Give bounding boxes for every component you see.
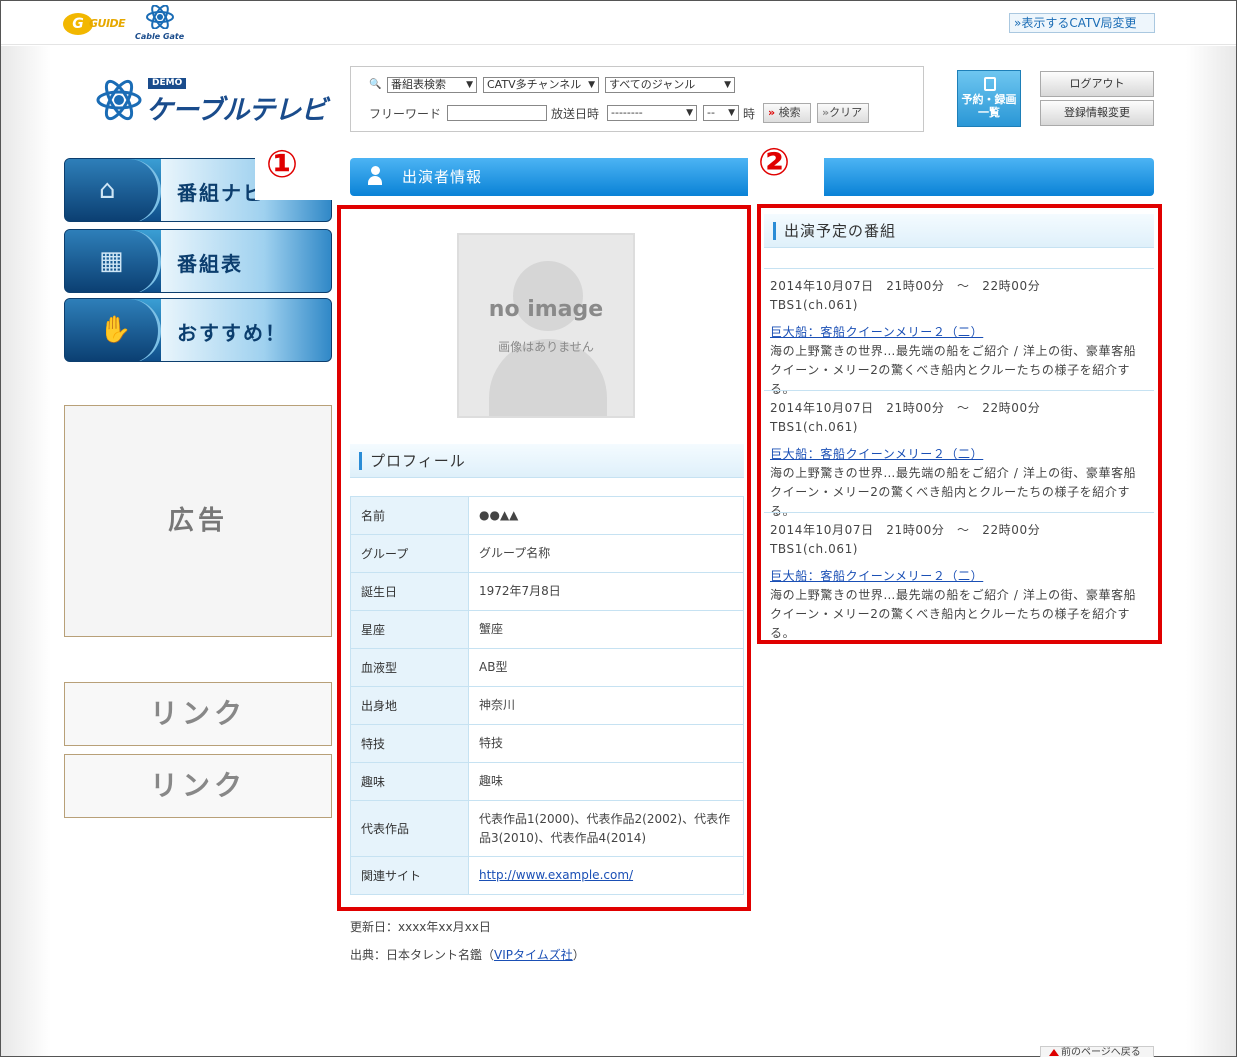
edit-registration-button[interactable]: 登録情報変更 [1040,100,1154,126]
person-icon [368,166,382,186]
annotation-box-1 [337,205,751,911]
logout-button[interactable]: ログアウト [1040,71,1154,97]
atom-icon [96,79,142,121]
program-search-form: 🔍 番組表検索 ▼ CATV多チャンネル ▼ すべてのジャンル ▼ フリーワード 放送… [350,66,924,132]
thumbs-up-icon: ✋ [99,315,132,345]
chevron-right-icon: » [768,106,776,119]
left-page-shadow [1,46,51,1056]
nav-label: 番組ナビ [177,181,265,205]
source-link[interactable]: VIPタイムズ社 [494,948,573,962]
link-banner-1[interactable]: リンク [64,682,332,746]
clear-button[interactable]: »クリア [817,103,869,123]
cablegate-text: Cable Gate [135,32,185,41]
search-button[interactable]: » 検索 [763,103,811,123]
hour-label: 時 [743,107,756,121]
nav-recommended[interactable]: ✋ おすすめ！ [64,298,332,362]
site-name: ケーブルテレビ [146,95,327,126]
annotation-number-2: ② [758,140,791,184]
atom-icon [146,5,174,29]
search-icon: 🔍 [369,79,382,90]
film-icon [984,77,996,91]
search-type-select[interactable]: 番組表検索 ▼ [387,77,477,93]
freeword-input[interactable] [447,105,547,121]
ad-banner[interactable]: 広告 [64,405,332,637]
broadcast-hour-select[interactable]: -- ▼ [703,105,739,121]
reserve-label-1: 予約・録画 [961,93,1017,106]
channel-select[interactable]: CATV多チャンネル ▼ [483,77,599,93]
nav-program-guide[interactable]: ▦ 番組表 [64,229,332,293]
source-credit: 出典：日本タレント名鑑（VIPタイムズ社） [350,948,585,962]
link-banner-2[interactable]: リンク [64,754,332,818]
freeword-label: フリーワード [369,107,442,121]
gguide-text: GUIDE [89,17,126,30]
nav-label: おすすめ！ [177,321,287,345]
cablegate-logo[interactable]: Cable Gate [133,5,193,43]
genre-select[interactable]: すべてのジャンル ▼ [605,77,735,93]
top-bar: G GUIDE Cable Gate »表示するCATV局変更 [1,1,1236,45]
change-catv-station-link[interactable]: »表示するCATV局変更 [1009,13,1155,33]
annotation-number-1: ① [266,142,299,186]
annotation-box-2 [757,204,1162,644]
section-title: 出演者情報 [402,168,483,186]
film-icon: ▦ [99,246,124,276]
broadcast-date-label: 放送日時 [551,107,600,121]
back-to-previous-page-button[interactable]: 前のページへ戻る [1040,1046,1154,1057]
home-icon: ⌂ [99,175,116,205]
cable-tv-logo[interactable]: DEMO ケーブルテレビ [96,74,327,126]
gguide-logo[interactable]: G GUIDE [63,9,126,39]
broadcast-date-select[interactable]: -------- ▼ [607,105,697,121]
reserve-label-2: 一覧 [978,106,1000,119]
nav-label: 番組表 [177,252,243,276]
updated-date: 更新日：xxxx年xx月xx日 [350,920,491,934]
right-page-shadow [1186,46,1236,1056]
reservation-recording-list-button[interactable]: 予約・録画 一覧 [957,70,1021,127]
